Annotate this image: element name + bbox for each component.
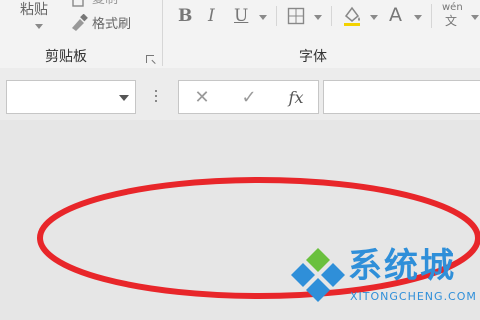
watermark: 系统城 XITONGCHENG.COM (288, 244, 480, 320)
watermark-text: 系统城 (348, 246, 456, 286)
watermark-subtext: XITONGCHENG.COM (350, 290, 477, 303)
watermark-logo-icon (291, 248, 345, 302)
